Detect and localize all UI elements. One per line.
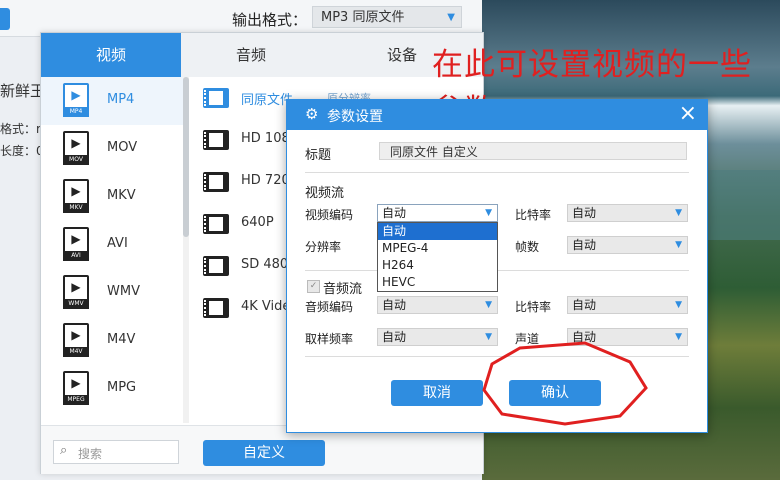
file-length-text: 长度：0 bbox=[0, 144, 44, 158]
fps-label: 帧数 bbox=[515, 240, 540, 254]
chevron-down-icon: ▼ bbox=[675, 300, 682, 310]
preset-label: 4K Vide bbox=[241, 299, 291, 314]
sample-rate-label: 取样频率 bbox=[305, 332, 354, 346]
tab-video[interactable]: 视频 bbox=[41, 33, 181, 77]
format-item-label: AVI bbox=[107, 236, 128, 251]
audio-stream-label: 音频流 bbox=[323, 282, 363, 297]
format-item-mkv[interactable]: ▶ MKV MKV bbox=[41, 173, 183, 221]
search-placeholder: 搜索 bbox=[78, 447, 103, 461]
tab-audio[interactable]: 音频 bbox=[181, 33, 321, 77]
film-icon bbox=[203, 172, 229, 192]
dialog-title: 参数设置 bbox=[327, 109, 383, 125]
format-item-label: WMV bbox=[107, 284, 140, 299]
codec-option[interactable]: HEVC bbox=[378, 274, 497, 291]
format-item-mp4[interactable]: ▶ MP4 MP4 bbox=[41, 77, 183, 125]
file-format-text: 格式：r bbox=[0, 122, 41, 136]
audio-codec-value: 自动 bbox=[382, 298, 407, 312]
output-format-value: MP3 同原文件 bbox=[321, 10, 405, 25]
video-bitrate-value: 自动 bbox=[572, 206, 597, 220]
video-file-icon: ▶ MOV bbox=[63, 131, 89, 165]
audio-bitrate-value: 自动 bbox=[572, 298, 597, 312]
fps-value: 自动 bbox=[572, 238, 597, 252]
preset-label: HD 108 bbox=[241, 131, 290, 146]
preset-label: SD 480 bbox=[241, 257, 289, 272]
chevron-down-icon: ▼ bbox=[675, 208, 682, 218]
format-item-mov[interactable]: ▶ MOV MOV bbox=[41, 125, 183, 173]
video-file-icon: ▶ M4V bbox=[63, 323, 89, 357]
format-item-label: M4V bbox=[107, 332, 136, 347]
video-bitrate-label: 比特率 bbox=[515, 208, 552, 222]
video-file-icon: ▶ AVI bbox=[63, 227, 89, 261]
title-label: 标题 bbox=[305, 148, 332, 163]
custom-button[interactable]: 自定义 bbox=[203, 440, 325, 466]
highlight-circle bbox=[482, 341, 648, 426]
video-file-icon: ▶ MP4 bbox=[63, 83, 89, 117]
format-item-avi[interactable]: ▶ AVI AVI bbox=[41, 221, 183, 269]
dialog-header: ⚙ 参数设置 × bbox=[287, 100, 707, 130]
film-icon bbox=[203, 214, 229, 234]
chevron-down-icon: ▼ bbox=[485, 300, 492, 310]
video-file-icon: ▶ MKV bbox=[63, 179, 89, 213]
format-item-mpg[interactable]: ▶ MPEG MPG bbox=[41, 365, 183, 413]
film-icon bbox=[203, 88, 229, 108]
codec-option[interactable]: 自动 bbox=[378, 223, 497, 240]
resolution-label: 分辨率 bbox=[305, 240, 342, 254]
format-item-label: MOV bbox=[107, 140, 138, 155]
audio-codec-label: 音频编码 bbox=[305, 300, 354, 314]
preset-label: 640P bbox=[241, 215, 274, 230]
format-item-m4v[interactable]: ▶ M4V M4V bbox=[41, 317, 183, 365]
sample-rate-value: 自动 bbox=[382, 330, 407, 344]
audio-bitrate-select[interactable]: 自动 ▼ bbox=[567, 296, 688, 314]
codec-option[interactable]: H264 bbox=[378, 257, 497, 274]
add-file-button[interactable] bbox=[0, 8, 10, 30]
film-icon bbox=[203, 298, 229, 318]
audio-codec-select[interactable]: 自动 ▼ bbox=[377, 296, 498, 314]
format-list: ▶ MP4 MP4 ▶ MOV MOV ▶ MKV MKV ▶ AVI AVI ▶ WMV… bbox=[41, 77, 184, 423]
file-name-text: 新鲜王 bbox=[0, 82, 46, 100]
video-file-icon: ▶ MPEG bbox=[63, 371, 89, 405]
search-input[interactable]: ⌕ 搜索 bbox=[53, 440, 179, 464]
video-stream-label: 视频流 bbox=[305, 186, 345, 201]
chevron-down-icon: ▼ bbox=[675, 240, 682, 250]
video-codec-value: 自动 bbox=[382, 206, 407, 220]
video-codec-label: 视频编码 bbox=[305, 208, 354, 222]
format-item-label: MP4 bbox=[107, 92, 135, 107]
title-field[interactable]: 同原文件 自定义 bbox=[379, 142, 687, 160]
video-codec-select[interactable]: 自动 ▼ bbox=[377, 204, 498, 222]
format-item-label: MKV bbox=[107, 188, 136, 203]
video-codec-dropdown: 自动 MPEG-4 H264 HEVC bbox=[377, 222, 498, 292]
chevron-down-icon: ▼ bbox=[447, 12, 455, 23]
gear-icon: ⚙ bbox=[305, 105, 319, 123]
video-bitrate-select[interactable]: 自动 ▼ bbox=[567, 204, 688, 222]
format-item-label: MPG bbox=[107, 380, 137, 395]
chevron-down-icon: ▼ bbox=[485, 208, 492, 218]
film-icon bbox=[203, 130, 229, 150]
codec-option[interactable]: MPEG-4 bbox=[378, 240, 497, 257]
format-list-scrollbar[interactable] bbox=[183, 77, 189, 423]
output-format-select[interactable]: MP3 同原文件 ▼ bbox=[312, 6, 462, 28]
output-format-label: 输出格式： bbox=[232, 11, 308, 29]
video-file-icon: ▶ WMV bbox=[63, 275, 89, 309]
preset-label: HD 720 bbox=[241, 173, 290, 188]
audio-bitrate-label: 比特率 bbox=[515, 300, 552, 314]
format-item-wmv[interactable]: ▶ WMV WMV bbox=[41, 269, 183, 317]
film-icon bbox=[203, 256, 229, 276]
search-icon: ⌕ bbox=[60, 443, 68, 458]
close-icon[interactable]: × bbox=[679, 102, 697, 126]
fps-select[interactable]: 自动 ▼ bbox=[567, 236, 688, 254]
divider bbox=[305, 172, 689, 173]
scrollbar-thumb[interactable] bbox=[183, 77, 189, 237]
audio-stream-checkbox[interactable]: ✓ bbox=[307, 280, 320, 293]
format-tabs: 视频 音频 设备 bbox=[41, 33, 483, 77]
chevron-down-icon: ▼ bbox=[675, 332, 682, 342]
cancel-button[interactable]: 取消 bbox=[391, 380, 483, 406]
